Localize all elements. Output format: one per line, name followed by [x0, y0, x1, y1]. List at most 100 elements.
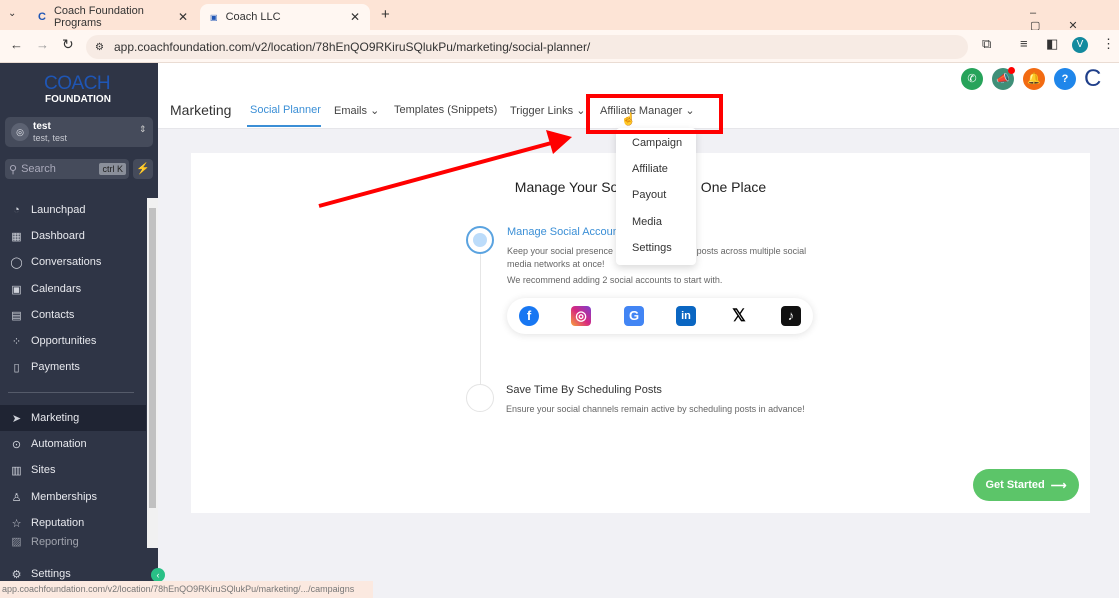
site-info-icon[interactable]: ⚙ — [95, 42, 104, 53]
arrow-right-icon: ⟶ — [1050, 479, 1067, 492]
browser-tab-active[interactable]: ▣ Coach LLC ✕ — [200, 4, 370, 30]
chevron-down-icon: ⌄ — [370, 105, 380, 117]
sidebar-scrollbar-thumb[interactable] — [149, 208, 156, 508]
bell-icon[interactable]: 🔔 — [1023, 68, 1045, 90]
sidebar-item-opportunities[interactable]: ⁘ Opportunities — [0, 328, 146, 354]
close-tab-icon[interactable]: ✕ — [350, 10, 360, 24]
sidebar: COACH FOUNDATION ◎ test test, test ⇕ ⚲ Se… — [0, 63, 158, 598]
sidebar-item-contacts[interactable]: ▤ Contacts — [0, 302, 146, 328]
linkedin-icon[interactable]: in — [676, 306, 696, 326]
forward-icon[interactable]: → — [36, 37, 49, 52]
search-input[interactable]: ⚲ Search ctrl K — [5, 159, 129, 179]
step2-description: Ensure your social channels remain activ… — [506, 404, 805, 414]
menu-kebab-icon[interactable]: ⋮ — [1102, 36, 1115, 52]
sidebar-divider — [8, 392, 134, 393]
search-icon: ⚲ — [9, 163, 18, 176]
sidebar-item-sites[interactable]: ▥ Sites — [0, 457, 146, 483]
url-text: app.coachfoundation.com/v2/location/78hE… — [114, 40, 591, 54]
instagram-icon[interactable]: ◎ — [571, 306, 591, 326]
brand-c-icon: C — [1084, 65, 1102, 92]
window-controls[interactable]: –▢✕ — [1030, 7, 1119, 32]
tab-social-planner[interactable]: Social Planner — [250, 104, 321, 116]
tiktok-icon[interactable]: ♪ — [781, 306, 801, 326]
step1-title: Manage Social Accounts — [507, 226, 628, 238]
extensions-icon[interactable]: ⧉ — [982, 36, 991, 52]
close-tab-icon[interactable]: ✕ — [178, 10, 188, 24]
url-field[interactable]: ⚙ app.coachfoundation.com/v2/location/78h… — [86, 35, 968, 59]
sidebar-item-dashboard[interactable]: ▦ Dashboard — [0, 223, 146, 249]
browser-tab[interactable]: C Coach Foundation Programs ✕ — [28, 4, 198, 30]
sidebar-item-reporting[interactable]: ▨ Reporting — [0, 536, 146, 548]
sidebar-item-reputation[interactable]: ☆ Reputation — [0, 510, 146, 536]
social-icons-bar: f ◎ G in 𝕏 ♪ — [507, 298, 813, 334]
get-started-button[interactable]: Get Started ⟶ — [973, 469, 1079, 501]
media-icon[interactable]: ≡ — [1020, 36, 1028, 51]
step1-indicator — [466, 226, 494, 254]
menu-item-settings[interactable]: Settings — [632, 242, 672, 254]
send-icon: ➤ — [11, 412, 22, 425]
nav-label: Memberships — [31, 491, 98, 503]
tab-favicon-icon: ▣ — [210, 12, 218, 22]
memberships-icon: ♙ — [11, 491, 22, 504]
step1-note: We recommend adding 2 social accounts to… — [507, 275, 723, 285]
help-icon[interactable]: ? — [1054, 68, 1076, 90]
sidebar-item-calendars[interactable]: ▣ Calendars — [0, 276, 146, 302]
reporting-icon: ▨ — [11, 536, 22, 548]
affiliate-manager-dropdown: Campaign Affiliate Payout Media Settings — [616, 128, 696, 265]
tab-trigger-links[interactable]: Trigger Links ⌄ — [510, 104, 585, 117]
sidebar-item-conversations[interactable]: ◯ Conversations — [0, 249, 146, 275]
chat-icon: ◯ — [10, 256, 23, 269]
search-placeholder: Search — [21, 163, 56, 175]
star-icon: ☆ — [11, 517, 22, 530]
nav-label: Dashboard — [31, 230, 85, 242]
nav-label: Calendars — [31, 283, 82, 295]
account-switcher[interactable]: ◎ test test, test ⇕ — [5, 117, 153, 147]
sidebar-item-marketing[interactable]: ➤ Marketing — [0, 405, 146, 431]
annotation-highlight-box — [586, 94, 723, 134]
sidebar-item-memberships[interactable]: ♙ Memberships — [0, 484, 146, 510]
contacts-icon: ▤ — [11, 309, 22, 322]
x-twitter-icon[interactable]: 𝕏 — [729, 306, 749, 326]
status-bar-url: app.coachfoundation.com/v2/location/78hE… — [0, 581, 373, 598]
menu-item-campaign[interactable]: Campaign — [632, 137, 682, 149]
side-panel-icon[interactable]: ◧ — [1046, 36, 1058, 52]
tab-list-chevron-icon[interactable]: ⌄ — [8, 8, 16, 19]
quick-action-bolt-icon[interactable]: ⚡ — [133, 159, 153, 179]
google-business-icon[interactable]: G — [624, 306, 644, 326]
menu-item-media[interactable]: Media — [632, 216, 662, 228]
profile-avatar[interactable]: V — [1072, 37, 1088, 53]
payments-icon: ▯ — [13, 361, 20, 374]
new-tab-icon[interactable]: + — [381, 6, 390, 23]
cursor-hand-icon: ☝ — [621, 112, 636, 126]
step2-indicator — [466, 384, 494, 412]
browser-tab-bar: ⌄ C Coach Foundation Programs ✕ ▣ Coach LLC… — [0, 0, 1119, 32]
phone-icon[interactable]: ✆ — [961, 68, 983, 90]
tab-title: Coach Foundation Programs — [53, 5, 144, 29]
facebook-icon[interactable]: f — [519, 306, 539, 326]
reload-icon[interactable]: ↻ — [62, 36, 74, 53]
sidebar-item-payments[interactable]: ▯ Payments — [0, 354, 146, 380]
sidebar-item-launchpad[interactable]: ◔ Launchpad — [0, 197, 146, 223]
nav-label: Payments — [31, 361, 80, 373]
chevron-updown-icon: ⇕ — [139, 124, 147, 134]
account-icon: ◎ — [11, 123, 29, 141]
nav-label: Opportunities — [31, 335, 97, 347]
step-connector — [480, 254, 481, 384]
menu-item-payout[interactable]: Payout — [632, 189, 666, 201]
sidebar-item-automation[interactable]: ⊙ Automation — [0, 431, 146, 457]
menu-item-affiliate[interactable]: Affiliate — [632, 163, 668, 175]
tab-templates[interactable]: Templates (Snippets) — [394, 104, 497, 116]
collapse-sidebar-icon[interactable]: ‹ — [151, 568, 165, 582]
get-started-label: Get Started — [985, 479, 1045, 491]
calendar-icon: ▣ — [11, 283, 22, 296]
account-name: test — [33, 121, 51, 132]
nav-label: Settings — [31, 568, 71, 580]
nav-label: Sites — [31, 464, 56, 476]
step2-title: Save Time By Scheduling Posts — [506, 384, 662, 396]
nav-label: Reputation — [31, 517, 85, 529]
sites-icon: ▥ — [11, 464, 22, 477]
back-icon[interactable]: ← — [10, 37, 23, 52]
tab-emails[interactable]: Emails ⌄ — [334, 104, 379, 117]
tab-favicon-icon: C — [38, 11, 46, 23]
nav-label: Marketing — [31, 412, 80, 424]
